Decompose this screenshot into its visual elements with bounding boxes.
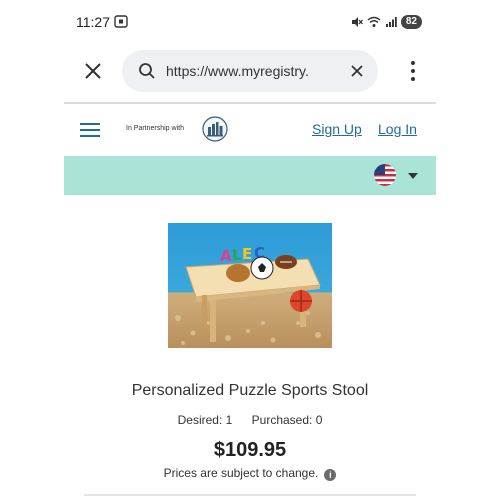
- search-icon: [139, 63, 155, 79]
- desired-count: Desired: 1: [177, 413, 233, 427]
- mute-icon: [351, 17, 363, 27]
- signal-icon: [385, 17, 397, 27]
- address-bar[interactable]: https://www.myregistry.: [122, 50, 378, 92]
- wifi-icon: [367, 16, 381, 27]
- svg-text:L: L: [232, 246, 242, 264]
- purchased-count: Purchased: 0: [251, 413, 323, 427]
- info-icon[interactable]: i: [324, 469, 337, 481]
- log-in-link[interactable]: Log In: [378, 121, 417, 137]
- browser-toolbar: https://www.myregistry.: [64, 46, 436, 98]
- bottom-divider: [84, 494, 416, 496]
- status-time: 11:27: [76, 14, 110, 30]
- partner-text: In Partnership with: [126, 125, 184, 132]
- price-note: Prices are subject to change. i: [64, 466, 436, 481]
- clear-icon[interactable]: [350, 64, 364, 78]
- us-flag-icon[interactable]: [374, 164, 396, 186]
- screenshot-icon: [114, 15, 128, 28]
- product-title: Personalized Puzzle Sports Stool: [131, 382, 369, 399]
- hamburger-menu-icon[interactable]: [80, 122, 100, 138]
- sign-up-link[interactable]: Sign Up: [312, 121, 362, 137]
- status-bar: 11:27 82: [64, 10, 436, 34]
- battery-icon: 82: [400, 15, 422, 29]
- site-header: In Partnership with Sign Up Log In: [64, 104, 436, 156]
- price-note-text: Prices are subject to change.: [163, 466, 319, 480]
- more-vert-icon[interactable]: [410, 60, 416, 82]
- close-icon[interactable]: [82, 60, 104, 82]
- product-price: $109.95: [213, 439, 287, 461]
- chevron-down-icon[interactable]: [408, 173, 418, 179]
- url-text[interactable]: https://www.myregistry.: [166, 63, 331, 79]
- quantity-row: Desired: 1 Purchased: 0: [64, 413, 436, 427]
- status-icons: 82: [351, 14, 422, 30]
- product-image[interactable]: A L E C: [168, 223, 332, 348]
- svg-text:A: A: [220, 247, 232, 265]
- svg-text:E: E: [242, 245, 252, 263]
- locale-bar: [64, 156, 436, 195]
- partner-logo: [202, 116, 228, 142]
